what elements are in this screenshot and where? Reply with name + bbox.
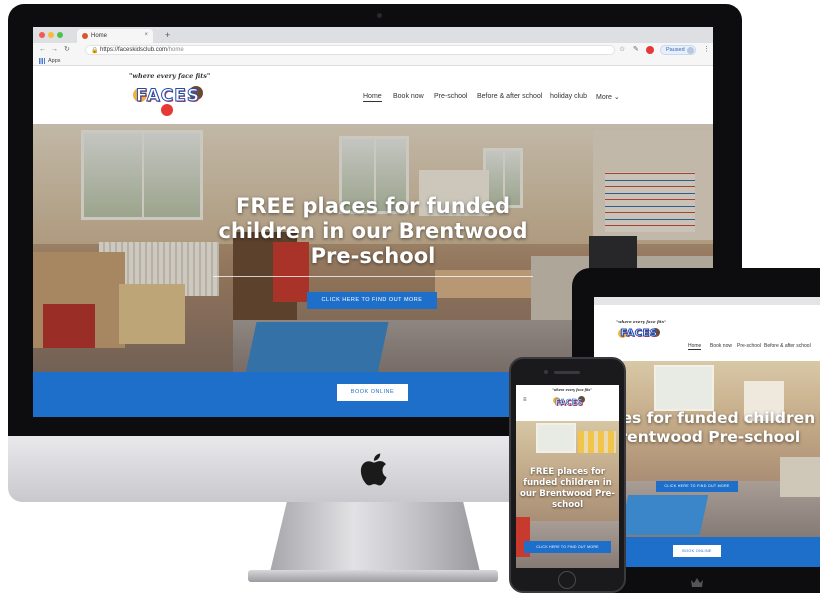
nav-more[interactable]: More ⌄ bbox=[596, 93, 620, 101]
url-text: https://faceskidsclub.com/home bbox=[100, 47, 184, 53]
phone-home-button[interactable] bbox=[558, 571, 576, 589]
close-window-button[interactable] bbox=[39, 32, 45, 38]
phone-screen: ≡ "where every face fits" FACES FREE pla… bbox=[516, 385, 619, 568]
nav-home[interactable]: Home bbox=[363, 93, 382, 102]
reload-icon[interactable]: ↻ bbox=[64, 45, 70, 55]
bookmark-star-icon[interactable]: ☆ bbox=[619, 45, 625, 55]
browser-tab-home[interactable]: Home × bbox=[77, 29, 153, 43]
tablet-site-header: "where every face fits" FACES Home Book … bbox=[594, 305, 820, 361]
hamburger-menu-icon[interactable]: ≡ bbox=[523, 397, 527, 403]
booking-strip: BOOK ONLINE bbox=[594, 537, 820, 567]
apple-logo-icon bbox=[360, 453, 387, 486]
nav-before-after-school[interactable]: Before & after school bbox=[764, 343, 811, 349]
imac-stand-base bbox=[248, 570, 498, 582]
apps-grid-icon[interactable] bbox=[39, 58, 45, 64]
hero-title: FREE places for funded children in our B… bbox=[520, 467, 615, 510]
minimize-window-button[interactable] bbox=[48, 32, 54, 38]
phone-device: ≡ "where every face fits" FACES FREE pla… bbox=[509, 357, 626, 593]
lock-icon: 🔒 bbox=[91, 48, 99, 54]
tab-title: Home bbox=[91, 33, 108, 39]
maximize-window-button[interactable] bbox=[57, 32, 63, 38]
close-tab-icon[interactable]: × bbox=[144, 32, 148, 38]
back-icon[interactable]: ← bbox=[39, 45, 46, 55]
site-logo[interactable]: "where every face fits" FACES bbox=[129, 72, 210, 118]
speaker-grille bbox=[554, 371, 580, 374]
device-mockup: Home × + ← → ↻ 🔒 https://faceskidsclub.c… bbox=[0, 0, 820, 593]
forward-icon[interactable]: → bbox=[51, 45, 58, 55]
find-out-more-button[interactable]: CLICK HERE TO FIND OUT MORE bbox=[307, 292, 437, 309]
nav-book-now[interactable]: Book now bbox=[710, 343, 732, 349]
imac-stand bbox=[270, 502, 480, 572]
tablet-hero: FREE places for funded children in our B… bbox=[594, 361, 820, 537]
nav-pre-school[interactable]: Pre-school bbox=[434, 93, 467, 100]
bookmarks-bar: Apps bbox=[33, 57, 713, 66]
nav-book-now[interactable]: Book now bbox=[393, 93, 424, 100]
pool-table bbox=[619, 495, 709, 535]
site-header: "where every face fits" FACES Home Book … bbox=[33, 66, 713, 124]
nav-pre-school[interactable]: Pre-school bbox=[737, 343, 761, 349]
crown-home-icon bbox=[691, 578, 703, 587]
hanging-decorations bbox=[578, 431, 616, 453]
camera-icon bbox=[544, 370, 548, 374]
find-out-more-button[interactable]: CLICK HERE TO FIND OUT MORE bbox=[656, 481, 738, 492]
bookmark-apps[interactable]: Apps bbox=[48, 58, 61, 64]
address-bar[interactable]: 🔒 https://faceskidsclub.com/home bbox=[85, 45, 615, 55]
nav-holiday-club[interactable]: holiday club bbox=[550, 93, 587, 100]
browser-menu-icon[interactable]: ⋮ bbox=[703, 45, 710, 55]
book-online-button[interactable]: BOOK ONLINE bbox=[337, 384, 408, 401]
divider bbox=[213, 276, 533, 277]
browser-toolbar: ← → ↻ 🔒 https://faceskidsclub.com/home ☆… bbox=[33, 43, 713, 57]
extension-icon[interactable] bbox=[646, 46, 654, 54]
browser-tabbar: Home × + bbox=[33, 27, 713, 43]
nav-home[interactable]: Home bbox=[688, 343, 702, 350]
chevron-down-icon: ⌄ bbox=[613, 94, 620, 101]
book-online-button[interactable]: BOOK ONLINE bbox=[673, 545, 721, 557]
find-out-more-button[interactable]: CLICK HERE TO FIND OUT MORE bbox=[524, 541, 611, 553]
profile-paused-button[interactable]: Paused bbox=[660, 45, 696, 55]
favicon-icon bbox=[82, 33, 88, 39]
nav-before-after-school[interactable]: Before & after school bbox=[477, 93, 542, 100]
camera-icon bbox=[377, 13, 382, 18]
avatar bbox=[687, 47, 694, 54]
hero-title: FREE places for funded children in our B… bbox=[594, 409, 820, 446]
phone-hero: FREE places for funded children in our B… bbox=[516, 421, 619, 568]
hero-title: FREE places for funded children in our B… bbox=[218, 194, 528, 268]
site-logo[interactable]: "where every face fits" FACES bbox=[552, 388, 592, 418]
site-logo[interactable]: "where every face fits" FACES bbox=[616, 319, 666, 349]
new-tab-button[interactable]: + bbox=[165, 30, 170, 40]
tablet-browser-bar bbox=[594, 297, 820, 305]
extension-pin-icon[interactable]: ✎ bbox=[633, 45, 639, 55]
tablet-screen: "where every face fits" FACES Home Book … bbox=[594, 297, 820, 567]
